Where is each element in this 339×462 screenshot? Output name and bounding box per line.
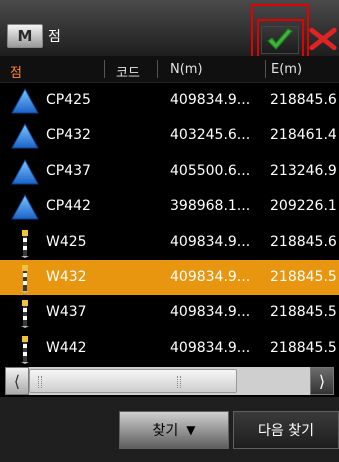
scrollbar-thumb[interactable]: [29, 369, 237, 393]
column-header-point[interactable]: 점: [10, 62, 22, 81]
point-east: 218845.6: [270, 92, 337, 108]
column-header-north[interactable]: N(m): [170, 62, 203, 77]
menu-button[interactable]: M: [7, 24, 43, 48]
point-name: CP437: [46, 162, 91, 179]
survey-pole-icon: [21, 335, 29, 364]
chevron-right-icon: ⟩: [318, 371, 326, 391]
find-next-button[interactable]: 다음 찾기: [233, 411, 339, 449]
close-button[interactable]: [307, 24, 339, 54]
column-header: 점 코드 N(m) E(m): [0, 56, 339, 83]
point-east: 218845.5: [270, 304, 337, 321]
list-row[interactable]: W442 409834.9... 218845.5: [0, 331, 339, 366]
point-north: 409834.9...: [170, 304, 251, 321]
point-north: 409834.9...: [170, 92, 251, 108]
point-east: 213246.9: [270, 162, 337, 179]
survey-pole-icon: [21, 264, 29, 293]
column-divider[interactable]: [157, 60, 158, 78]
window-title: 점: [48, 29, 61, 45]
point-east: 218461.4: [270, 127, 337, 144]
point-east: 218845.6: [270, 233, 337, 250]
point-north: 405500.6...: [170, 162, 251, 179]
control-point-triangle-icon: [11, 87, 39, 114]
point-east: 209226.1: [270, 198, 337, 215]
column-divider[interactable]: [104, 60, 105, 78]
point-north: 409834.9...: [170, 339, 251, 356]
column-header-code[interactable]: 코드: [116, 62, 140, 81]
point-north: 398968.1...: [170, 198, 251, 215]
find-next-label: 다음 찾기: [258, 423, 314, 439]
find-label: 찾기: [152, 423, 179, 439]
list-row[interactable]: W425 409834.9... 218845.6: [0, 225, 339, 260]
footer-bar: 찾기 ▼ 다음 찾기: [0, 397, 339, 462]
point-east: 218845.5: [270, 268, 337, 285]
list-row[interactable]: CP425 409834.9... 218845.6: [0, 83, 339, 118]
list-row[interactable]: CP442 398968.1... 209226.1: [0, 189, 339, 224]
list-row-selected[interactable]: W432 409834.9... 218845.5: [0, 259, 339, 296]
chevron-left-icon: ⟨: [13, 371, 21, 391]
point-name: W437: [46, 304, 87, 321]
scroll-right-button[interactable]: ⟩: [310, 367, 334, 395]
grip-icon: [177, 376, 181, 388]
close-x-icon: [309, 27, 337, 51]
point-name: CP425: [46, 92, 91, 108]
checkmark-icon: [267, 28, 293, 50]
list-row[interactable]: CP432 403245.6... 218461.4: [0, 118, 339, 153]
point-name: W425: [46, 233, 87, 250]
list-row[interactable]: CP437 405500.6... 213246.9: [0, 154, 339, 189]
list-row[interactable]: W437 409834.9... 218845.5: [0, 295, 339, 330]
find-button[interactable]: 찾기 ▼: [119, 411, 229, 449]
control-point-triangle-icon: [11, 194, 39, 220]
ok-button[interactable]: [261, 26, 299, 54]
dropdown-arrow-icon[interactable]: ▼: [186, 423, 195, 437]
control-point-triangle-icon: [11, 123, 39, 149]
scroll-left-button[interactable]: ⟨: [5, 367, 29, 395]
horizontal-scrollbar[interactable]: ⟨ ⟩: [5, 367, 334, 395]
control-point-triangle-icon: [11, 158, 39, 185]
point-north: 403245.6...: [170, 127, 251, 144]
point-north: 409834.9...: [170, 268, 251, 285]
point-list[interactable]: CP425 409834.9... 218845.6 CP432 403245.…: [0, 83, 339, 366]
point-name: CP432: [46, 127, 91, 144]
grip-icon: [38, 376, 42, 388]
point-name: W442: [46, 339, 87, 356]
column-divider[interactable]: [265, 60, 266, 78]
survey-pole-icon: [21, 300, 29, 329]
point-name: W432: [46, 268, 87, 285]
title-bar: M 점: [0, 0, 339, 61]
point-north: 409834.9...: [170, 233, 251, 250]
survey-pole-icon: [21, 229, 29, 258]
point-east: 218845.5: [270, 339, 337, 356]
point-name: CP442: [46, 198, 91, 215]
column-header-east[interactable]: E(m): [271, 62, 302, 77]
